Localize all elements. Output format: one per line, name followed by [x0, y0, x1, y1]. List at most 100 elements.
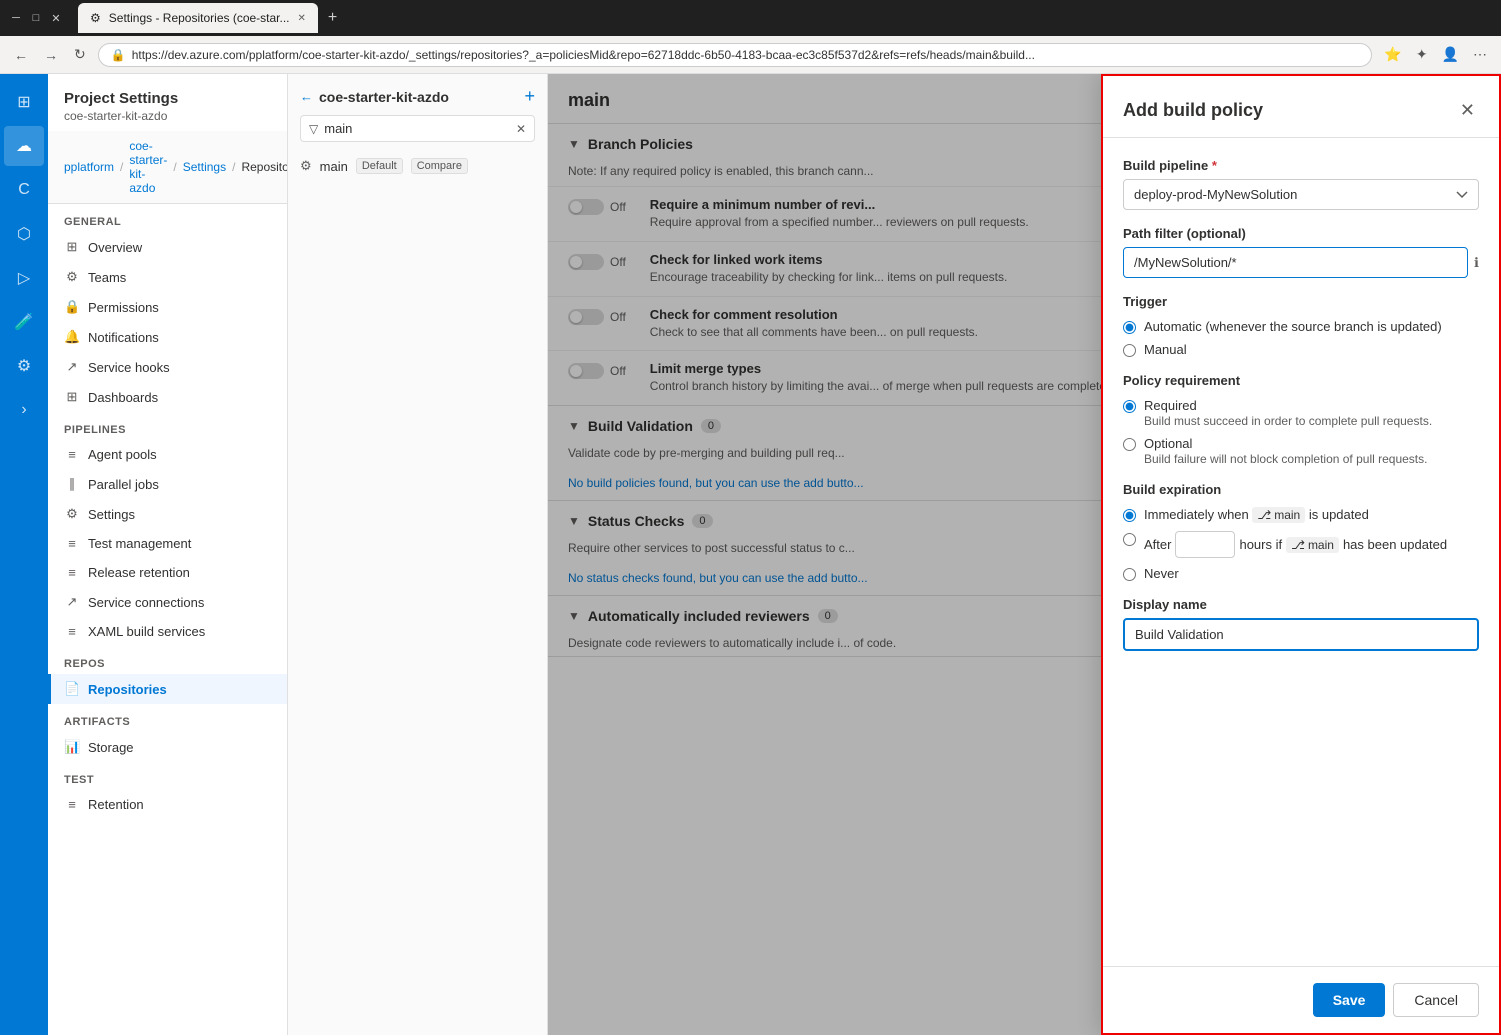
refresh-button[interactable]: ↻ — [70, 42, 90, 67]
sidebar-item-repositories[interactable]: 📄 Repositories — [48, 674, 287, 704]
test-mgmt-label: Test management — [88, 536, 191, 551]
policy-optional-radio[interactable] — [1123, 438, 1136, 451]
breadcrumb-sep2: / — [173, 160, 176, 174]
hours-input[interactable] — [1175, 531, 1235, 558]
new-tab-button[interactable]: + — [322, 9, 343, 27]
expiration-after-radio[interactable] — [1123, 533, 1136, 546]
menu-icon[interactable]: ⋯ — [1469, 42, 1491, 67]
favorites-icon[interactable]: ✦ — [1412, 42, 1432, 67]
maximize-button[interactable]: □ — [28, 10, 44, 26]
trigger-manual-option[interactable]: Manual — [1123, 342, 1479, 357]
lock-icon: 🔒 — [111, 48, 126, 62]
path-filter-label: Path filter (optional) — [1123, 226, 1479, 241]
sidebar-item-settings[interactable]: ⚙ Settings — [48, 499, 287, 529]
settings-icon: ⚙ — [64, 506, 80, 522]
main-content: main ▼ Branch Policies Note: If any requ… — [548, 74, 1501, 1035]
expiration-after-option[interactable]: After hours if ⎇ main has been updated — [1123, 531, 1479, 558]
policy-optional-sublabel: Build failure will not block completion … — [1144, 452, 1427, 466]
pipelines-section-label: Pipelines — [48, 412, 287, 440]
expiration-never-option[interactable]: Never — [1123, 566, 1479, 581]
repos-section-label: Repos — [48, 646, 287, 674]
build-pipeline-select[interactable]: deploy-prod-MyNewSolution — [1123, 179, 1479, 210]
parallel-jobs-label: Parallel jobs — [88, 477, 159, 492]
path-filter-input[interactable] — [1123, 247, 1468, 278]
sidebar-item-permissions[interactable]: 🔒 Permissions — [48, 292, 287, 322]
trigger-manual-radio[interactable] — [1123, 344, 1136, 357]
display-name-group: Display name — [1123, 597, 1479, 651]
activity-more[interactable]: › — [4, 390, 44, 430]
forward-button[interactable]: → — [40, 43, 62, 67]
activity-pipelines[interactable]: ▷ — [4, 258, 44, 298]
active-tab[interactable]: ⚙ Settings - Repositories (coe-star... ✕ — [78, 3, 318, 33]
sidebar-item-parallel-jobs[interactable]: ∥ Parallel jobs — [48, 469, 287, 499]
modal-body: Build pipeline deploy-prod-MyNewSolution… — [1103, 138, 1499, 966]
service-hooks-label: Service hooks — [88, 360, 170, 375]
save-button[interactable]: Save — [1313, 983, 1386, 1017]
sidebar-item-service-connections[interactable]: ↗ Service connections — [48, 587, 287, 617]
repo-item-main[interactable]: ⚙ main Default Compare — [288, 150, 547, 182]
filter-clear-button[interactable]: ✕ — [516, 122, 526, 136]
build-pipeline-label: Build pipeline — [1123, 158, 1479, 173]
trigger-automatic-radio[interactable] — [1123, 321, 1136, 334]
sidebar-item-release-retention[interactable]: ≡ Release retention — [48, 558, 287, 587]
add-repo-button[interactable]: + — [524, 86, 535, 107]
trigger-automatic-option[interactable]: Automatic (whenever the source branch is… — [1123, 319, 1479, 334]
sidebar-item-test-management[interactable]: ≡ Test management — [48, 529, 287, 558]
address-bar[interactable]: 🔒 https://dev.azure.com/pplatform/coe-st… — [98, 43, 1373, 67]
sidebar-item-overview[interactable]: ⊞ Overview — [48, 232, 287, 262]
expiration-immediately-radio[interactable] — [1123, 509, 1136, 522]
tab-bar: ⚙ Settings - Repositories (coe-star... ✕… — [70, 3, 1493, 33]
general-section-label: General — [48, 204, 287, 232]
expiration-immediately-option[interactable]: Immediately when ⎇ main is updated — [1123, 507, 1479, 523]
policy-required-option[interactable]: Required Build must succeed in order to … — [1123, 398, 1479, 428]
policy-required-radio[interactable] — [1123, 400, 1136, 413]
activity-repos[interactable]: ⬡ — [4, 214, 44, 254]
sidebar-item-notifications[interactable]: 🔔 Notifications — [48, 322, 287, 352]
test-mgmt-icon: ≡ — [64, 536, 80, 551]
expiration-after-label: After hours if ⎇ main has been updated — [1144, 531, 1447, 558]
minimize-button[interactable]: ─ — [8, 10, 24, 26]
permissions-label: Permissions — [88, 300, 159, 315]
modal-close-button[interactable]: ✕ — [1456, 96, 1479, 125]
breadcrumb-settings[interactable]: Settings — [183, 160, 226, 174]
agent-pools-label: Agent pools — [88, 447, 157, 462]
sidebar-item-retention[interactable]: ≡ Retention — [48, 790, 287, 819]
sidebar-item-storage[interactable]: 📊 Storage — [48, 732, 287, 762]
close-button[interactable]: ✕ — [48, 10, 64, 26]
extensions-icon[interactable]: ⭐ — [1380, 42, 1405, 67]
activity-boards[interactable]: C — [4, 170, 44, 210]
activity-home[interactable]: ⊞ — [4, 82, 44, 122]
activity-test[interactable]: 🧪 — [4, 302, 44, 342]
display-name-input[interactable] — [1123, 618, 1479, 651]
activity-azure[interactable]: ☁ — [4, 126, 44, 166]
repos-icon: 📄 — [64, 681, 80, 697]
breadcrumb-sep3: / — [232, 160, 235, 174]
branch-icon-2: ⎇ — [1291, 538, 1305, 552]
parallel-jobs-icon: ∥ — [64, 476, 80, 492]
trigger-manual-label: Manual — [1144, 342, 1187, 357]
profile-icon[interactable]: 👤 — [1438, 42, 1463, 67]
policy-optional-option[interactable]: Optional Build failure will not block co… — [1123, 436, 1479, 466]
path-filter-group: Path filter (optional) ℹ — [1123, 226, 1479, 278]
tab-close-button[interactable]: ✕ — [298, 13, 306, 24]
browser-actions: ⭐ ✦ 👤 ⋯ — [1380, 42, 1491, 67]
expiration-never-radio[interactable] — [1123, 568, 1136, 581]
back-button[interactable]: ← — [10, 43, 32, 67]
sidebar-item-teams[interactable]: ⚙ Teams — [48, 262, 287, 292]
back-to-repos-button[interactable]: ← — [300, 89, 313, 104]
breadcrumb-project[interactable]: coe-starter-kit-azdo — [129, 139, 167, 195]
cancel-button[interactable]: Cancel — [1393, 983, 1479, 1017]
sidebar-item-service-hooks[interactable]: ↗ Service hooks — [48, 352, 287, 382]
sidebar-item-xaml-build[interactable]: ≡ XAML build services — [48, 617, 287, 646]
sidebar-item-agent-pools[interactable]: ≡ Agent pools — [48, 440, 287, 469]
settings-label: Settings — [88, 507, 135, 522]
repo-filter[interactable]: ▽ main ✕ — [300, 115, 535, 142]
trigger-group: Trigger Automatic (whenever the source b… — [1123, 294, 1479, 357]
activity-settings[interactable]: ⚙ — [4, 346, 44, 386]
expiration-immediately-label: Immediately when ⎇ main is updated — [1144, 507, 1369, 523]
display-name-label: Display name — [1123, 597, 1479, 612]
service-connections-icon: ↗ — [64, 594, 80, 610]
artifacts-section-label: Artifacts — [48, 704, 287, 732]
breadcrumb-pplatform[interactable]: pplatform — [64, 160, 114, 174]
sidebar-item-dashboards[interactable]: ⊞ Dashboards — [48, 382, 287, 412]
